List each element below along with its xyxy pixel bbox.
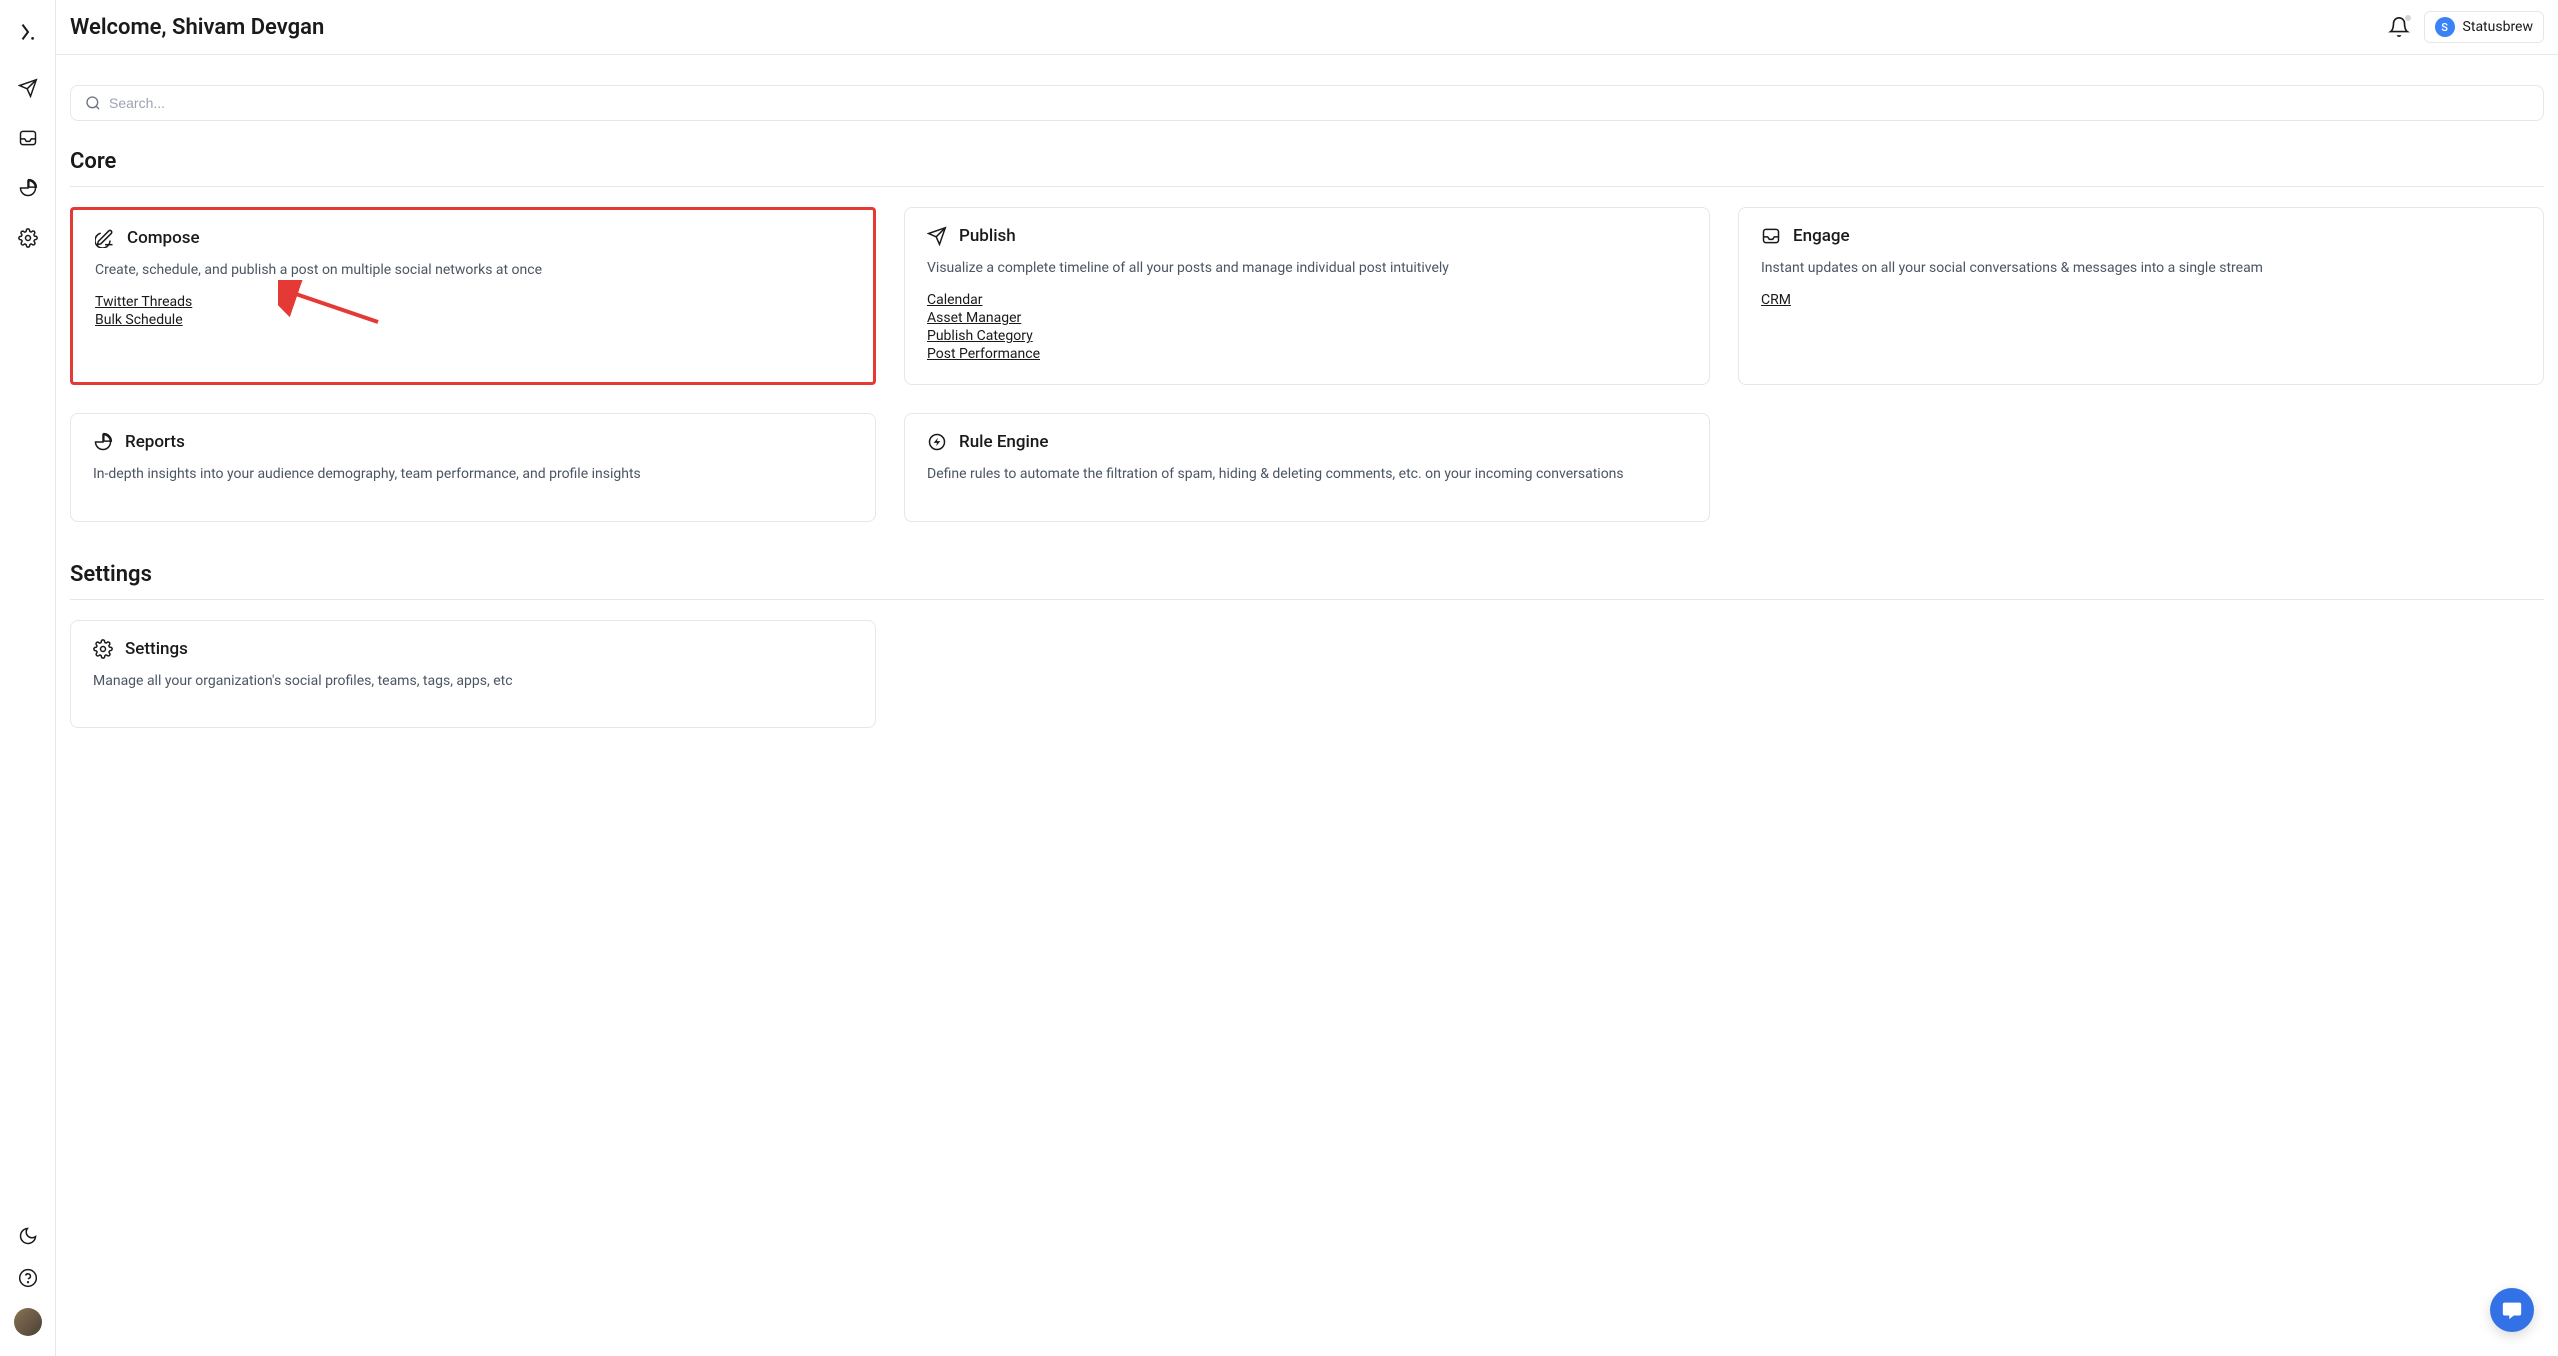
card-title: Rule Engine xyxy=(959,432,1048,452)
card-settings[interactable]: Settings Manage all your organization's … xyxy=(70,620,876,728)
settings-card-icon xyxy=(93,639,113,659)
notification-dot xyxy=(2404,14,2412,22)
link-bulk-schedule[interactable]: Bulk Schedule xyxy=(95,312,183,328)
card-desc: Create, schedule, and publish a post on … xyxy=(95,260,851,280)
link-twitter-threads[interactable]: Twitter Threads xyxy=(95,294,192,310)
help-icon[interactable] xyxy=(16,1266,40,1290)
header: Welcome, Shivam Devgan S Statusbrew xyxy=(56,0,2558,55)
chat-icon xyxy=(2501,1299,2523,1321)
card-desc: Manage all your organization's social pr… xyxy=(93,671,853,691)
card-desc: Define rules to automate the filtration … xyxy=(927,464,1687,484)
theme-icon[interactable] xyxy=(16,1224,40,1248)
publish-card-icon xyxy=(927,226,947,246)
org-avatar: S xyxy=(2435,17,2455,37)
card-desc: In-depth insights into your audience dem… xyxy=(93,464,853,484)
divider xyxy=(70,599,2544,600)
link-calendar[interactable]: Calendar xyxy=(927,292,983,308)
org-name: Statusbrew xyxy=(2463,19,2533,35)
card-compose[interactable]: Compose Create, schedule, and publish a … xyxy=(70,207,876,385)
chat-fab[interactable] xyxy=(2490,1288,2534,1332)
card-title: Settings xyxy=(125,639,188,659)
rule-engine-icon xyxy=(927,432,947,452)
card-engage[interactable]: Engage Instant updates on all your socia… xyxy=(1738,207,2544,385)
link-post-performance[interactable]: Post Performance xyxy=(927,346,1040,362)
card-desc: Visualize a complete timeline of all you… xyxy=(927,258,1687,278)
divider xyxy=(70,186,2544,187)
notifications-button[interactable] xyxy=(2388,16,2410,38)
settings-icon[interactable] xyxy=(16,226,40,250)
compose-icon xyxy=(95,228,115,248)
link-publish-category[interactable]: Publish Category xyxy=(927,328,1033,344)
logo[interactable] xyxy=(14,18,42,46)
reports-card-icon xyxy=(93,432,113,452)
reports-icon[interactable] xyxy=(16,176,40,200)
card-title: Compose xyxy=(127,228,200,248)
engage-icon[interactable] xyxy=(16,126,40,150)
card-reports[interactable]: Reports In-depth insights into your audi… xyxy=(70,413,876,521)
section-title-settings: Settings xyxy=(70,562,2544,587)
user-avatar[interactable] xyxy=(14,1308,42,1336)
card-title: Publish xyxy=(959,226,1016,246)
search-icon xyxy=(85,95,101,111)
link-asset-manager[interactable]: Asset Manager xyxy=(927,310,1021,326)
page-title: Welcome, Shivam Devgan xyxy=(70,15,324,40)
sidebar xyxy=(0,0,56,1356)
publish-icon[interactable] xyxy=(16,76,40,100)
card-title: Reports xyxy=(125,432,185,452)
card-title: Engage xyxy=(1793,226,1850,246)
card-publish[interactable]: Publish Visualize a complete timeline of… xyxy=(904,207,1710,385)
search-bar[interactable] xyxy=(70,85,2544,121)
link-crm[interactable]: CRM xyxy=(1761,292,1791,308)
section-title-core: Core xyxy=(70,149,2544,174)
search-input[interactable] xyxy=(109,95,2529,111)
engage-card-icon xyxy=(1761,226,1781,246)
card-desc: Instant updates on all your social conve… xyxy=(1761,258,2521,278)
main: Welcome, Shivam Devgan S Statusbrew xyxy=(56,0,2558,1356)
card-rule-engine[interactable]: Rule Engine Define rules to automate the… xyxy=(904,413,1710,521)
org-switcher[interactable]: S Statusbrew xyxy=(2424,11,2544,43)
